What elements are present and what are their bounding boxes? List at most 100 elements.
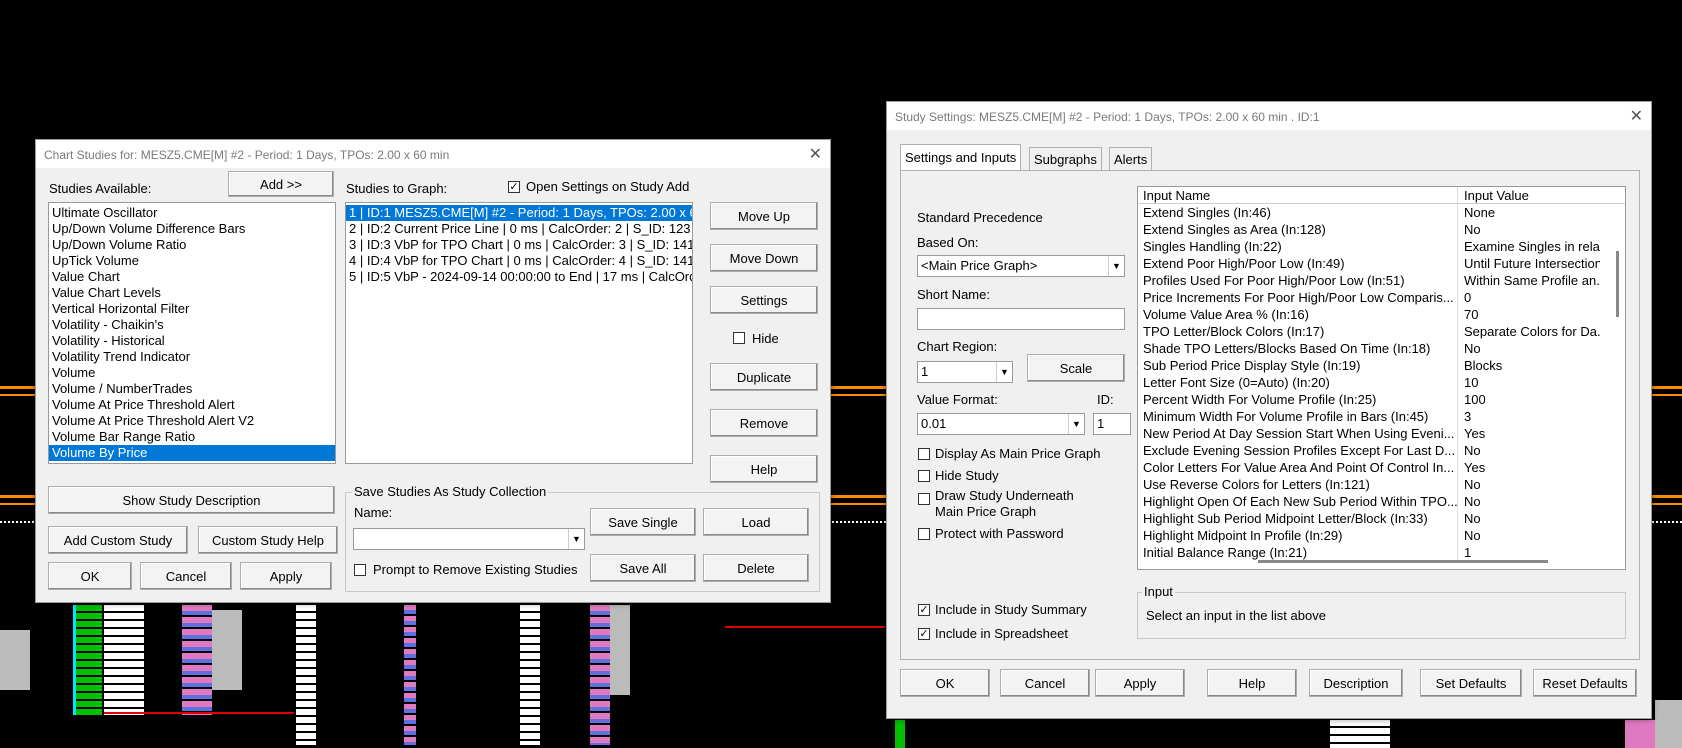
table-row[interactable]: Sub Period Price Display Style (In:19) Bl… (1138, 357, 1625, 374)
ok-button[interactable]: OK (900, 669, 990, 697)
table-row[interactable]: TPO Letter/Block Colors (In:17) Separate … (1138, 323, 1625, 340)
add-button[interactable]: Add >> (228, 171, 334, 197)
load-button[interactable]: Load (703, 508, 809, 536)
save-single-button[interactable]: Save Single (590, 508, 696, 536)
input-value-cell[interactable]: 0 (1458, 289, 1600, 306)
input-value-cell[interactable]: Examine Singles in rela (1458, 238, 1600, 255)
id-input[interactable]: 1 (1093, 413, 1131, 435)
duplicate-button[interactable]: Duplicate (710, 363, 818, 391)
display-main-checkbox[interactable] (918, 448, 930, 460)
apply-button[interactable]: Apply (1095, 669, 1185, 697)
list-item[interactable]: Volume By Price (49, 445, 335, 461)
input-value-cell[interactable]: 10 (1458, 374, 1600, 391)
table-row[interactable]: Highlight Midpoint In Profile (In:29) No (1138, 527, 1625, 544)
table-row[interactable]: New Period At Day Session Start When Usi… (1138, 425, 1625, 442)
list-item[interactable]: UpTick Volume (49, 253, 335, 269)
based-on-combo[interactable]: <Main Price Graph> ▼ (917, 255, 1125, 277)
include-spreadsheet-checkbox[interactable]: ✓ (918, 628, 930, 640)
studies-available-list[interactable]: Ultimate Oscillator Up/Down Volume Differ… (48, 202, 336, 464)
list-item[interactable]: Volume At Price Threshold Alert (49, 397, 335, 413)
remove-button[interactable]: Remove (710, 409, 818, 437)
apply-button[interactable]: Apply (240, 562, 332, 590)
prompt-remove-checkbox[interactable] (354, 564, 366, 576)
tab-subgraphs[interactable]: Subgraphs (1029, 147, 1102, 171)
set-defaults-button[interactable]: Set Defaults (1420, 669, 1522, 697)
studies-to-graph-list[interactable]: 1 | ID:1 MESZ5.CME[M] #2 - Period: 1 Day… (345, 202, 693, 464)
open-settings-checkbox[interactable]: ✓ (508, 181, 520, 193)
close-icon[interactable]: ✕ (1630, 106, 1643, 126)
delete-button[interactable]: Delete (703, 554, 809, 582)
input-value-cell[interactable]: Blocks (1458, 357, 1600, 374)
list-item[interactable]: Volume (49, 365, 335, 381)
show-study-description-button[interactable]: Show Study Description (48, 486, 335, 514)
input-value-cell[interactable]: 100 (1458, 391, 1600, 408)
list-item[interactable]: Volatility - Historical (49, 333, 335, 349)
input-value-cell[interactable]: 3 (1458, 408, 1600, 425)
add-custom-study-button[interactable]: Add Custom Study (48, 526, 188, 554)
input-value-cell[interactable]: Until Future Intersection (1458, 255, 1600, 272)
list-item[interactable]: 5 | ID:5 VbP - 2024-09-14 00:00:00 to En… (346, 269, 692, 285)
input-value-cell[interactable]: No (1458, 476, 1600, 493)
scale-button[interactable]: Scale (1027, 354, 1125, 382)
settings-button[interactable]: Settings (710, 286, 818, 314)
help-button[interactable]: Help (1207, 669, 1297, 697)
table-row[interactable]: Highlight Sub Period Midpoint Letter/Blo… (1138, 510, 1625, 527)
list-item[interactable]: 4 | ID:4 VbP for TPO Chart | 0 ms | Calc… (346, 253, 692, 269)
short-name-input[interactable] (917, 308, 1125, 330)
custom-study-help-button[interactable]: Custom Study Help (198, 526, 338, 554)
table-row[interactable]: Singles Handling (In:22) Examine Singles … (1138, 238, 1625, 255)
list-item[interactable]: 2 | ID:2 Current Price Line | 0 ms | Cal… (346, 221, 692, 237)
list-item[interactable]: Volatility Trend Indicator (49, 349, 335, 365)
tab-settings-and-inputs[interactable]: Settings and Inputs (900, 144, 1022, 171)
table-row[interactable]: Percent Width For Volume Profile (In:25)… (1138, 391, 1625, 408)
list-item[interactable]: Value Chart (49, 269, 335, 285)
list-item[interactable]: 1 | ID:1 MESZ5.CME[M] #2 - Period: 1 Day… (346, 205, 692, 221)
list-item[interactable]: Ultimate Oscillator (49, 205, 335, 221)
list-item[interactable]: Volume / NumberTrades (49, 381, 335, 397)
input-value-cell[interactable]: None (1458, 204, 1600, 221)
list-item[interactable]: Up/Down Volume Difference Bars (49, 221, 335, 237)
input-value-cell[interactable]: No (1458, 442, 1600, 459)
collection-name-combo[interactable]: ▼ (353, 528, 585, 550)
hide-study-checkbox[interactable] (918, 470, 930, 482)
table-row[interactable]: Extend Singles (In:46) None (1138, 204, 1625, 221)
table-row[interactable]: Profiles Used For Poor High/Poor Low (In… (1138, 272, 1625, 289)
save-all-button[interactable]: Save All (590, 554, 696, 582)
table-row[interactable]: Minimum Width For Volume Profile in Bars… (1138, 408, 1625, 425)
list-item[interactable]: Vertical Horizontal Filter (49, 301, 335, 317)
input-value-cell[interactable]: No (1458, 340, 1600, 357)
hide-checkbox[interactable] (733, 332, 745, 344)
description-button[interactable]: Description (1309, 669, 1403, 697)
input-value-cell[interactable]: No (1458, 221, 1600, 238)
input-value-cell[interactable]: Yes (1458, 425, 1600, 442)
input-value-cell[interactable]: Yes (1458, 459, 1600, 476)
include-summary-checkbox[interactable]: ✓ (918, 604, 930, 616)
draw-underneath-checkbox[interactable] (918, 493, 930, 505)
list-item[interactable]: 3 | ID:3 VbP for TPO Chart | 0 ms | Calc… (346, 237, 692, 253)
table-row[interactable]: Highlight Open Of Each New Sub Period Wi… (1138, 493, 1625, 510)
scrollbar[interactable] (1258, 560, 1548, 563)
input-value-cell[interactable]: No (1458, 510, 1600, 527)
list-item[interactable]: Value Chart Levels (49, 285, 335, 301)
chart-region-combo[interactable]: 1 ▼ (917, 361, 1013, 383)
move-up-button[interactable]: Move Up (710, 202, 818, 230)
table-row[interactable]: Extend Poor High/Poor Low (In:49) Until F… (1138, 255, 1625, 272)
table-row[interactable]: Letter Font Size (0=Auto) (In:20) 10 (1138, 374, 1625, 391)
scrollbar[interactable] (1616, 251, 1619, 317)
list-item[interactable]: Volume Bar Range Ratio (49, 429, 335, 445)
input-value-cell[interactable]: Within Same Profile an.. (1458, 272, 1600, 289)
table-row[interactable]: Color Letters For Value Area And Point O… (1138, 459, 1625, 476)
input-value-cell[interactable]: 70 (1458, 306, 1600, 323)
list-item[interactable]: Volatility - Chaikin's (49, 317, 335, 333)
cancel-button[interactable]: Cancel (1000, 669, 1090, 697)
table-row[interactable]: Shade TPO Letters/Blocks Based On Time (… (1138, 340, 1625, 357)
list-item[interactable]: Up/Down Volume Ratio (49, 237, 335, 253)
help-button[interactable]: Help (710, 455, 818, 483)
protect-password-checkbox[interactable] (918, 528, 930, 540)
input-value-cell[interactable]: No (1458, 527, 1600, 544)
input-value-cell[interactable]: Separate Colors for Da. (1458, 323, 1600, 340)
table-row[interactable]: Initial Balance Range (In:21) 1 (1138, 544, 1625, 561)
value-format-combo[interactable]: 0.01 ▼ (917, 413, 1085, 435)
inputs-table[interactable]: Input Name Input Value Extend Singles (I… (1137, 186, 1626, 570)
table-row[interactable]: Price Increments For Poor High/Poor Low … (1138, 289, 1625, 306)
